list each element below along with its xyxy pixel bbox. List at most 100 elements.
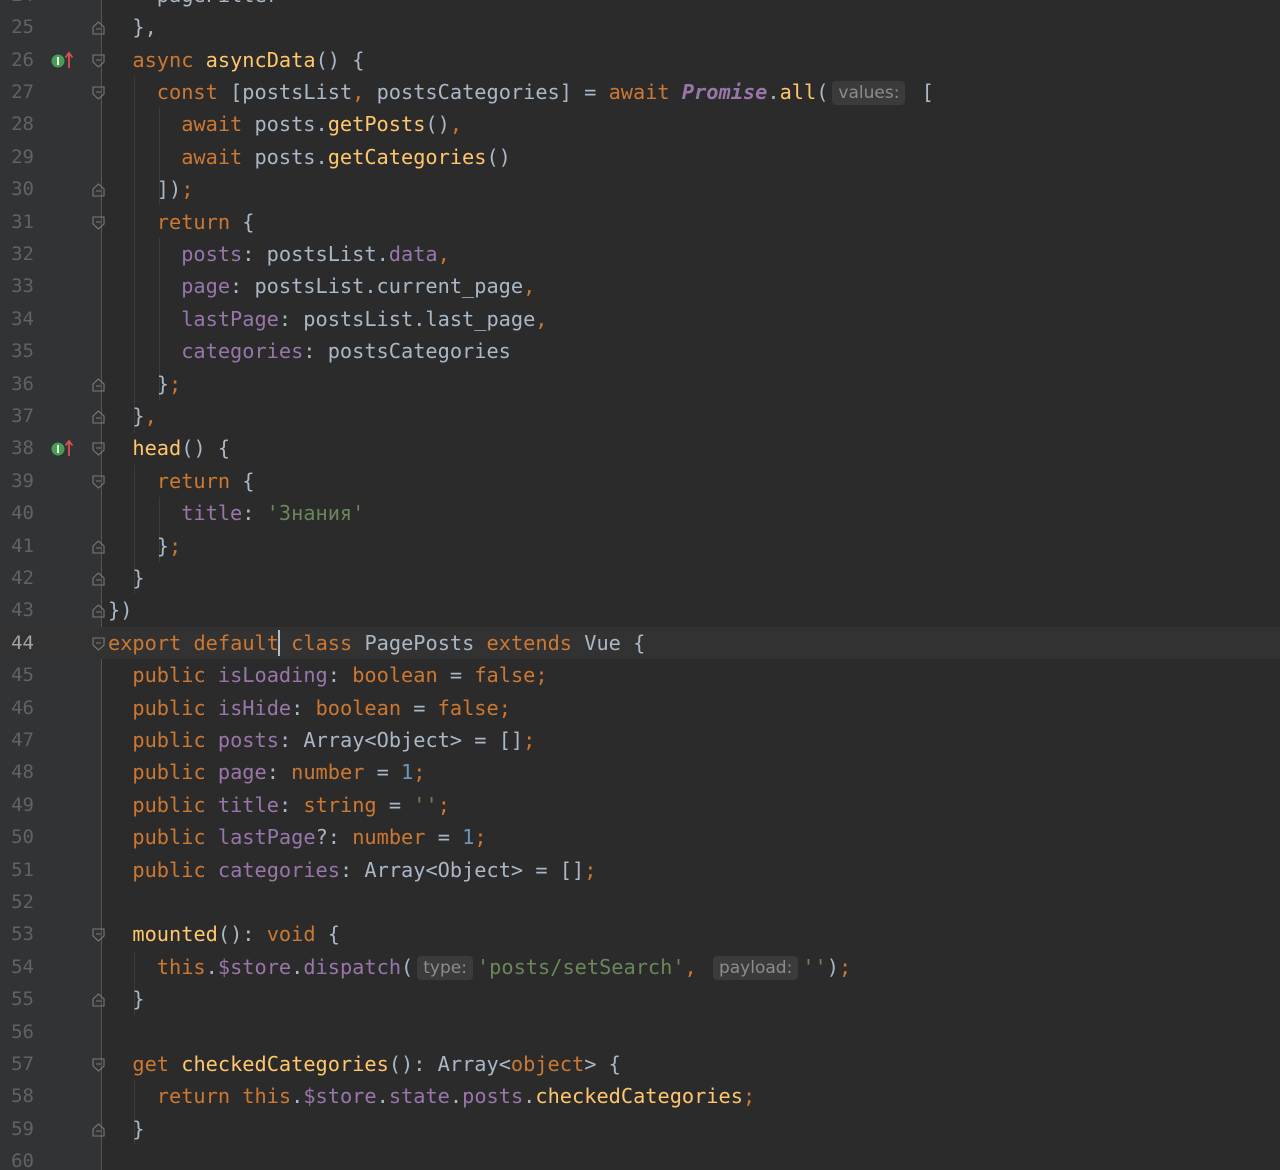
fold-marker-icon[interactable] (92, 85, 105, 100)
code-text[interactable]: page: postsList.current_page, (181, 273, 535, 299)
implements-method-icon[interactable] (50, 438, 74, 458)
fold-marker-icon[interactable] (92, 377, 105, 392)
code-line[interactable]: 50 public lastPage?: number = 1; (0, 821, 1280, 853)
code-line[interactable]: 30]); (0, 173, 1280, 205)
code-text[interactable]: posts: postsList.data, (181, 241, 450, 267)
code-line[interactable]: 45 public isLoading: boolean = false; (0, 659, 1280, 691)
fold-marker-icon[interactable] (92, 215, 105, 230)
code-text[interactable]: public title: string = ''; (132, 792, 450, 818)
code-line[interactable]: 58 return this.$store.state.posts.checked… (0, 1080, 1280, 1112)
code-line[interactable]: 56 (0, 1016, 1280, 1048)
code-line[interactable]: 35 categories: postsCategories (0, 335, 1280, 367)
code-line[interactable]: 37}, (0, 400, 1280, 432)
code-line[interactable]: 40 title: 'Знания' (0, 497, 1280, 529)
fold-marker-icon[interactable] (92, 992, 105, 1007)
code-text[interactable]: head() { (132, 435, 230, 461)
fold-marker-icon[interactable] (92, 441, 105, 457)
code-line[interactable]: 25}, (0, 11, 1280, 43)
code-text[interactable]: await posts.getCategories() (181, 144, 511, 170)
fold-marker-icon[interactable] (92, 20, 105, 35)
code-text[interactable]: } (132, 986, 144, 1012)
code-text[interactable]: public categories: Array<Object> = []; (132, 857, 596, 883)
code-text[interactable]: } (132, 565, 144, 591)
code-line[interactable]: 38 head() { (0, 432, 1280, 464)
code-line[interactable]: 32 posts: postsList.data, (0, 238, 1280, 270)
code-token: lastPage (181, 306, 279, 331)
implements-method-icon[interactable] (50, 50, 74, 70)
fold-marker-icon[interactable] (92, 1057, 105, 1072)
line-number: 25 (11, 16, 34, 39)
code-line[interactable]: 26 async asyncData() { (0, 44, 1280, 76)
code-text[interactable]: }; (157, 371, 181, 397)
code-line[interactable]: 33 page: postsList.current_page, (0, 270, 1280, 302)
fold-marker-icon[interactable] (92, 409, 105, 424)
fold-marker-icon[interactable] (92, 636, 105, 651)
code-text[interactable]: public posts: Array<Object> = []; (132, 727, 535, 753)
code-token: extends (486, 630, 585, 655)
code-text[interactable]: export default class PagePosts extends V… (108, 629, 645, 656)
code-text[interactable]: public lastPage?: number = 1; (132, 824, 486, 850)
code-text[interactable]: ]); (157, 176, 194, 202)
code-line[interactable]: 60 (0, 1145, 1280, 1170)
line-number: 45 (11, 664, 34, 687)
code-text[interactable]: public page: number = 1; (132, 759, 425, 785)
code-line[interactable]: 42} (0, 562, 1280, 594)
code-line[interactable]: 59} (0, 1113, 1280, 1145)
code-text[interactable]: return { (157, 209, 255, 235)
code-line[interactable]: 53 mounted(): void { (0, 918, 1280, 950)
code-line[interactable]: 57 get checkedCategories(): Array<object>… (0, 1048, 1280, 1080)
code-text[interactable]: async asyncData() { (132, 47, 364, 73)
code-line[interactable]: 34 lastPage: postsList.last_page, (0, 303, 1280, 335)
code-token: asyncData (205, 47, 316, 72)
code-line[interactable]: 47 public posts: Array<Object> = []; (0, 724, 1280, 756)
code-line[interactable]: 48 public page: number = 1; (0, 756, 1280, 788)
code-line[interactable]: 49 public title: string = ''; (0, 789, 1280, 821)
code-text[interactable]: mounted(): void { (132, 921, 340, 947)
code-text[interactable]: return { (157, 468, 255, 494)
code-text[interactable]: title: 'Знания' (181, 500, 364, 526)
fold-marker-icon[interactable] (92, 474, 105, 489)
code-line[interactable]: 36}; (0, 368, 1280, 400)
code-token: ; (474, 825, 487, 850)
code-line[interactable]: 27 const [postsList, postsCategories] = a… (0, 76, 1280, 108)
code-text[interactable]: }, (132, 14, 156, 40)
code-text[interactable]: return this.$store.state.posts.checkedCa… (157, 1083, 755, 1109)
code-text[interactable]: await posts.getPosts(), (181, 111, 462, 137)
code-token: return (156, 468, 243, 493)
code-line[interactable]: 41}; (0, 530, 1280, 562)
code-editor[interactable]: 24pageFilter25},26async asyncData() {27c… (0, 0, 1280, 1170)
code-line[interactable]: 46 public isHide: boolean = false; (0, 692, 1280, 724)
code-text[interactable]: categories: postsCategories (181, 338, 511, 364)
code-text[interactable]: lastPage: postsList.last_page, (181, 306, 547, 332)
code-line[interactable]: 44 export default class PagePosts extends… (0, 626, 1280, 659)
code-text[interactable]: }; (157, 533, 181, 559)
fold-marker-icon[interactable] (92, 1122, 105, 1137)
code-text[interactable]: public isHide: boolean = false; (132, 695, 511, 721)
fold-marker-icon[interactable] (92, 603, 105, 618)
code-token: public (132, 663, 218, 688)
code-text[interactable]: pageFilter (157, 0, 279, 8)
code-line[interactable]: 24 pageFilter (0, 0, 1280, 11)
fold-marker-icon[interactable] (92, 927, 105, 943)
code-text[interactable]: } (132, 1116, 144, 1142)
code-line[interactable]: 29 await posts.getCategories() (0, 141, 1280, 173)
code-line[interactable]: 51 public categories: Array<Object> = []; (0, 854, 1280, 886)
fold-marker-icon[interactable] (92, 182, 105, 197)
code-line[interactable]: 54 this.$store.dispatch(type:'posts/setSe… (0, 951, 1280, 983)
code-text[interactable]: const [postsList, postsCategories] = awa… (157, 79, 934, 105)
code-text[interactable]: }) (108, 597, 132, 623)
code-line[interactable]: 28 await posts.getPosts(), (0, 108, 1280, 140)
code-line[interactable]: 52 (0, 886, 1280, 918)
code-text[interactable]: this.$store.dispatch(type:'posts/setSear… (157, 954, 851, 980)
fold-marker-icon[interactable] (92, 53, 105, 68)
code-line[interactable]: 55} (0, 983, 1280, 1015)
code-line[interactable]: 39 return { (0, 465, 1280, 497)
fold-marker-icon[interactable] (92, 571, 105, 586)
parameter-hint: values: (832, 80, 906, 105)
code-line[interactable]: 43}) (0, 594, 1280, 626)
code-line[interactable]: 31 return { (0, 206, 1280, 238)
code-text[interactable]: get checkedCategories(): Array<object> { (132, 1051, 620, 1077)
code-text[interactable]: public isLoading: boolean = false; (132, 662, 547, 688)
fold-marker-icon[interactable] (92, 539, 105, 554)
code-text[interactable]: }, (132, 403, 156, 429)
